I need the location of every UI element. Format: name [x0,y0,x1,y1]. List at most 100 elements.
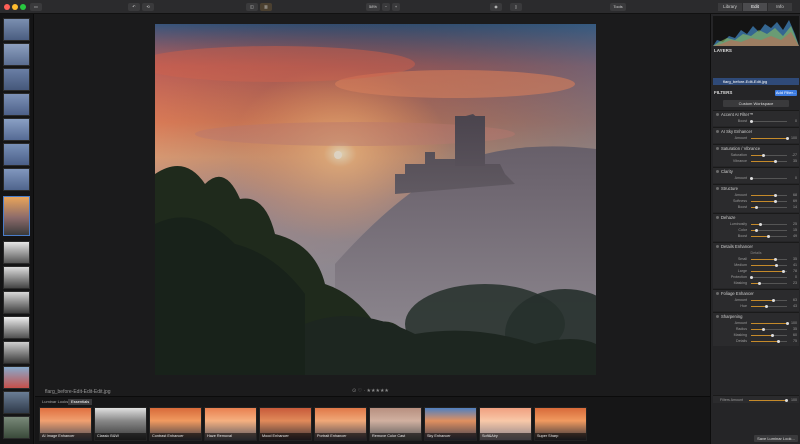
layer-row[interactable]: flarg_before-Edit-Edit.jpg [713,78,799,85]
filter-slider[interactable] [751,321,789,325]
slider-knob[interactable] [754,228,758,232]
look-thumb[interactable]: Mood Enhancer [259,407,312,441]
slider-knob[interactable] [776,339,780,343]
filmstrip-thumb[interactable] [3,68,30,91]
filter-slider[interactable] [751,153,787,157]
slider-knob[interactable] [772,298,776,302]
filmstrip-thumb[interactable] [3,291,30,314]
filmstrip-thumb[interactable] [3,18,30,41]
split-view-icon[interactable]: ▥ [260,3,272,11]
filmstrip-thumb[interactable] [3,241,30,264]
slider-knob[interactable] [774,263,778,267]
filter-slider[interactable] [751,205,787,209]
history-icon[interactable]: ⟲ [142,3,154,11]
slider-knob[interactable] [774,199,778,203]
filters-amount-slider[interactable] [749,398,788,402]
look-thumb[interactable]: Contrast Enhancer [149,407,202,441]
filmstrip-thumb[interactable] [3,391,30,414]
filter-slider[interactable] [751,298,787,302]
slider-knob[interactable] [781,269,785,273]
tools-button[interactable]: Tools [610,3,626,11]
filter-section-header[interactable]: Details Enhancer [713,243,799,250]
slider-knob[interactable] [749,275,753,279]
filmstrip-thumb[interactable] [3,266,30,289]
filter-slider[interactable] [749,176,787,180]
tab-essentials[interactable]: Essentials [68,399,93,405]
slider-knob[interactable] [785,321,789,325]
filter-slider[interactable] [751,136,789,140]
filmstrip-thumb[interactable] [3,118,30,141]
filter-section-header[interactable]: Accent AI Filter™ [713,111,799,118]
slider-knob[interactable] [773,257,777,261]
filmstrip-thumb[interactable] [3,168,30,191]
look-thumb[interactable]: Sky Enhancer [424,407,477,441]
filter-slider[interactable] [751,304,787,308]
add-filter-button[interactable]: Add Filter... [775,90,797,96]
filter-slider-row[interactable]: Details 75 [713,338,799,344]
slider-knob[interactable] [773,193,777,197]
look-thumb[interactable]: AI Image Enhancer [39,407,92,441]
close-window-button[interactable] [4,4,10,10]
filter-slider[interactable] [751,333,787,337]
filmstrip-thumb[interactable] [3,93,30,116]
slider-knob[interactable] [757,281,761,285]
filter-slider[interactable] [751,193,787,197]
zoom-out-button[interactable]: − [382,3,390,11]
save-luminar-look-button[interactable]: Save Luminar Look... [754,435,798,442]
slider-knob[interactable] [762,153,766,157]
sidebar-toggle-icon[interactable]: ▭ [30,3,42,11]
filter-slider-row[interactable]: Hue 43 [713,303,799,309]
look-thumb[interactable]: Classic B&W [94,407,147,441]
slider-knob[interactable] [767,234,771,238]
slider-knob[interactable] [754,205,758,209]
tab-luminar-looks[interactable]: Luminar Looks [39,399,71,405]
filmstrip-thumb[interactable] [3,366,30,389]
filter-slider-row[interactable]: Boost 49 [713,233,799,239]
filmstrip-thumb[interactable] [3,341,30,364]
zoom-in-button[interactable]: + [392,3,400,11]
filter-slider[interactable] [751,327,787,331]
slider-knob[interactable] [764,304,768,308]
slider-knob[interactable] [758,222,762,226]
filmstrip[interactable] [0,14,34,444]
workspace-dropdown[interactable]: Custom Workspace [723,100,789,107]
undo-icon[interactable]: ↶ [128,3,140,11]
main-photo[interactable] [155,24,596,375]
preview-eye-icon[interactable]: ◉ [490,3,502,11]
filter-slider-row[interactable]: Amount 0 [713,175,799,181]
compare-icon[interactable]: ◫ [246,3,258,11]
filter-slider[interactable] [751,269,787,273]
filter-slider-row[interactable]: Boost 14 [713,204,799,210]
slider-knob[interactable] [762,327,766,331]
filter-section-header[interactable]: Dehaze [713,214,799,221]
filter-slider-row[interactable]: Boost 0 [713,118,799,124]
filter-section-header[interactable]: Sharpening [713,313,799,320]
filters-amount-row[interactable]: Filters Amount 100 [713,395,799,403]
minimize-window-button[interactable] [12,4,18,10]
slider-knob[interactable] [785,136,789,140]
rating-controls[interactable]: ⊙ ♡ · ★★★★★ [352,388,389,394]
look-thumb[interactable]: Portrait Enhancer [314,407,367,441]
filter-slider[interactable] [751,339,787,343]
look-thumb[interactable]: Super Sharp [534,407,587,441]
filter-slider[interactable] [751,263,787,267]
filmstrip-thumb[interactable] [3,43,30,66]
filter-slider-row[interactable]: Masking 23 [713,280,799,286]
look-thumb[interactable]: Remove Color Cast [369,407,422,441]
slider-knob[interactable] [773,159,777,163]
filter-slider-row[interactable]: Amount 100 [713,135,799,141]
filter-slider[interactable] [751,159,787,163]
filter-slider-row[interactable]: Vibrance 35 [713,158,799,164]
filter-section-header[interactable]: Saturation / Vibrance [713,145,799,152]
filter-section-header[interactable]: Foliage Enhancer [713,290,799,297]
tab-library[interactable]: Library [718,3,742,11]
filmstrip-thumb[interactable] [3,143,30,166]
tab-info[interactable]: Info [768,3,792,11]
filter-section-header[interactable]: Clarity [713,168,799,175]
slider-knob[interactable] [771,333,775,337]
zoom-level[interactable]: 58% [366,3,380,11]
tab-edit[interactable]: Edit [743,3,767,11]
filter-slider[interactable] [751,234,787,238]
look-thumb[interactable]: Soft&Airy [479,407,532,441]
filmstrip-thumb[interactable] [3,316,30,339]
